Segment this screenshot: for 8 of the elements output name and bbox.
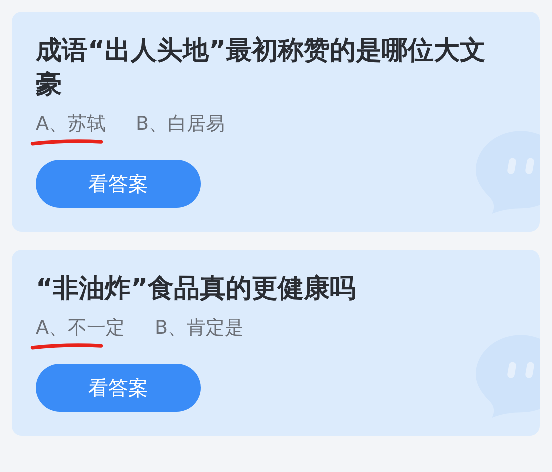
answer-option: A、不一定 [36, 317, 125, 339]
answer-button[interactable]: 看答案 [36, 160, 201, 208]
answer-button[interactable]: 看答案 [36, 364, 201, 412]
answer-option: B、白居易 [136, 113, 226, 135]
answer-option: A、苏轼 [36, 113, 106, 135]
question-text: “非油炸”食品真的更健康吗 [36, 273, 358, 306]
question-text: 成语“出人头地”最初称赞的是哪位大文豪 [36, 35, 488, 102]
answer-option: B、肯定是 [155, 317, 244, 339]
